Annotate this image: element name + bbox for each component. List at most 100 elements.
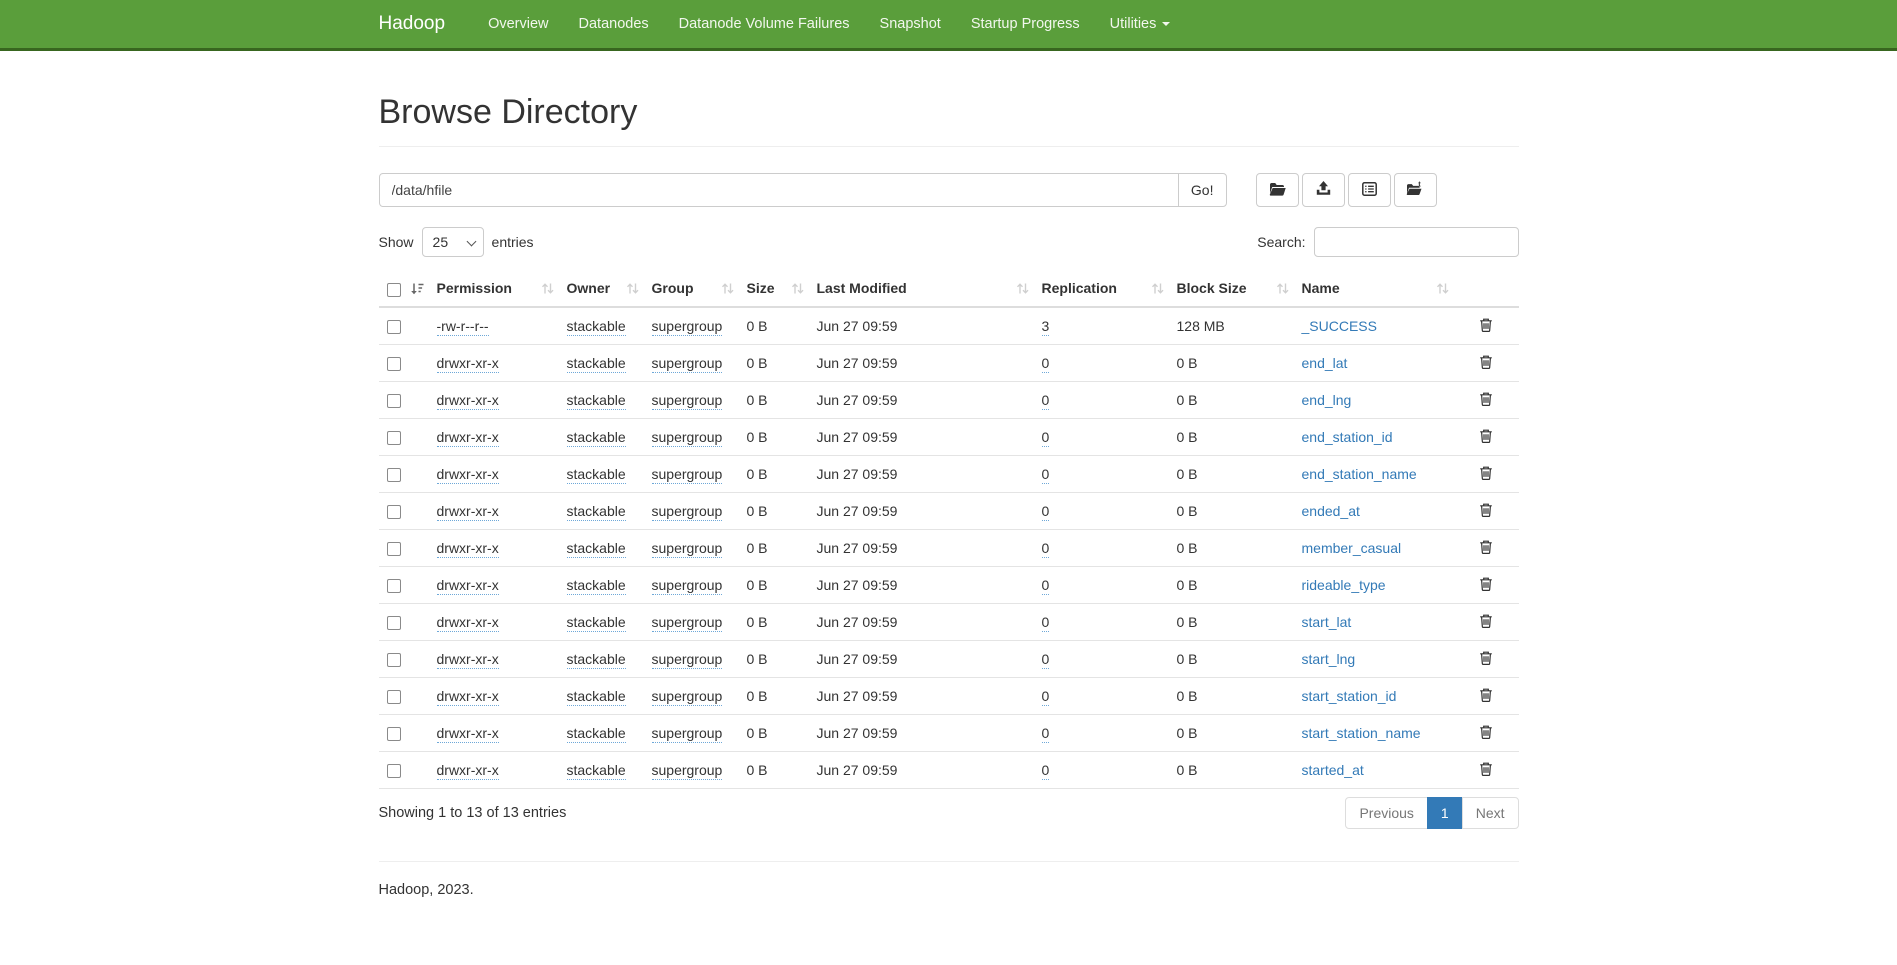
permission-value[interactable]: drwxr-xr-x <box>437 503 499 521</box>
owner-value[interactable]: stackable <box>567 466 626 484</box>
cut-paste-button[interactable] <box>1348 173 1391 207</box>
search-input[interactable] <box>1314 227 1519 257</box>
nav-item-datanodes[interactable]: Datanodes <box>564 0 664 48</box>
row-checkbox[interactable] <box>387 690 401 704</box>
delete-button[interactable] <box>1479 317 1493 335</box>
permission-value[interactable]: drwxr-xr-x <box>437 614 499 632</box>
delete-button[interactable] <box>1479 613 1493 631</box>
group-value[interactable]: supergroup <box>652 540 723 558</box>
file-name-link[interactable]: started_at <box>1302 762 1364 778</box>
file-name-link[interactable]: end_lat <box>1302 355 1348 371</box>
row-checkbox[interactable] <box>387 505 401 519</box>
delete-button[interactable] <box>1479 391 1493 409</box>
file-name-link[interactable]: start_station_id <box>1302 688 1397 704</box>
permission-value[interactable]: drwxr-xr-x <box>437 725 499 743</box>
owner-value[interactable]: stackable <box>567 355 626 373</box>
header-size[interactable]: Size <box>739 271 809 307</box>
row-checkbox[interactable] <box>387 579 401 593</box>
file-name-link[interactable]: start_lng <box>1302 651 1356 667</box>
file-name-link[interactable]: start_station_name <box>1302 725 1421 741</box>
delete-button[interactable] <box>1479 428 1493 446</box>
header-select-all[interactable] <box>379 271 429 307</box>
owner-value[interactable]: stackable <box>567 392 626 410</box>
nav-item-overview[interactable]: Overview <box>473 0 563 48</box>
delete-button[interactable] <box>1479 539 1493 557</box>
nav-item-datanode-volume-failures[interactable]: Datanode Volume Failures <box>664 0 865 48</box>
delete-button[interactable] <box>1479 687 1493 705</box>
row-checkbox[interactable] <box>387 653 401 667</box>
owner-value[interactable]: stackable <box>567 318 626 336</box>
replication-value[interactable]: 0 <box>1042 577 1050 595</box>
directory-path-input[interactable] <box>379 173 1179 207</box>
file-name-link[interactable]: rideable_type <box>1302 577 1386 593</box>
header-block-size[interactable]: Block Size <box>1169 271 1294 307</box>
delete-button[interactable] <box>1479 576 1493 594</box>
group-value[interactable]: supergroup <box>652 355 723 373</box>
replication-value[interactable]: 0 <box>1042 540 1050 558</box>
delete-button[interactable] <box>1479 761 1493 779</box>
permission-value[interactable]: drwxr-xr-x <box>437 577 499 595</box>
delete-button[interactable] <box>1479 650 1493 668</box>
file-name-link[interactable]: end_station_id <box>1302 429 1393 445</box>
file-name-link[interactable]: member_casual <box>1302 540 1402 556</box>
replication-value[interactable]: 0 <box>1042 466 1050 484</box>
page-size-select[interactable]: 25 <box>423 228 483 256</box>
delete-button[interactable] <box>1479 354 1493 372</box>
header-last-modified[interactable]: Last Modified <box>809 271 1034 307</box>
permission-value[interactable]: drwxr-xr-x <box>437 466 499 484</box>
row-checkbox[interactable] <box>387 727 401 741</box>
nav-item-startup-progress[interactable]: Startup Progress <box>956 0 1095 48</box>
file-name-link[interactable]: end_station_name <box>1302 466 1417 482</box>
replication-value[interactable]: 0 <box>1042 651 1050 669</box>
replication-value[interactable]: 0 <box>1042 688 1050 706</box>
group-value[interactable]: supergroup <box>652 688 723 706</box>
group-value[interactable]: supergroup <box>652 392 723 410</box>
row-checkbox[interactable] <box>387 764 401 778</box>
group-value[interactable]: supergroup <box>652 725 723 743</box>
upload-file-button[interactable] <box>1302 173 1345 207</box>
group-value[interactable]: supergroup <box>652 651 723 669</box>
header-permission[interactable]: Permission <box>429 271 559 307</box>
nav-item-utilities[interactable]: Utilities <box>1095 0 1186 48</box>
owner-value[interactable]: stackable <box>567 577 626 595</box>
nav-item-snapshot[interactable]: Snapshot <box>865 0 956 48</box>
permission-value[interactable]: drwxr-xr-x <box>437 688 499 706</box>
replication-value[interactable]: 0 <box>1042 762 1050 780</box>
row-checkbox[interactable] <box>387 616 401 630</box>
owner-value[interactable]: stackable <box>567 725 626 743</box>
replication-value[interactable]: 0 <box>1042 725 1050 743</box>
permission-value[interactable]: drwxr-xr-x <box>437 355 499 373</box>
row-checkbox[interactable] <box>387 357 401 371</box>
pagination-next[interactable]: Next <box>1462 797 1519 829</box>
row-checkbox[interactable] <box>387 468 401 482</box>
group-value[interactable]: supergroup <box>652 577 723 595</box>
replication-value[interactable]: 0 <box>1042 503 1050 521</box>
delete-button[interactable] <box>1479 465 1493 483</box>
permission-value[interactable]: drwxr-xr-x <box>437 392 499 410</box>
row-checkbox[interactable] <box>387 394 401 408</box>
permission-value[interactable]: drwxr-xr-x <box>437 762 499 780</box>
owner-value[interactable]: stackable <box>567 540 626 558</box>
pagination-page-1[interactable]: 1 <box>1427 797 1463 829</box>
header-name[interactable]: Name <box>1294 271 1454 307</box>
delete-button[interactable] <box>1479 502 1493 520</box>
file-name-link[interactable]: end_lng <box>1302 392 1352 408</box>
replication-value[interactable]: 0 <box>1042 355 1050 373</box>
owner-value[interactable]: stackable <box>567 762 626 780</box>
group-value[interactable]: supergroup <box>652 318 723 336</box>
row-checkbox[interactable] <box>387 542 401 556</box>
brand-hadoop[interactable]: Hadoop <box>379 13 456 35</box>
header-owner[interactable]: Owner <box>559 271 644 307</box>
create-directory-button[interactable] <box>1256 173 1299 207</box>
permission-value[interactable]: drwxr-xr-x <box>437 540 499 558</box>
permission-value[interactable]: drwxr-xr-x <box>437 429 499 447</box>
owner-value[interactable]: stackable <box>567 503 626 521</box>
header-replication[interactable]: Replication <box>1034 271 1169 307</box>
replication-value[interactable]: 0 <box>1042 392 1050 410</box>
permission-value[interactable]: -rw-r--r-- <box>437 318 489 336</box>
owner-value[interactable]: stackable <box>567 688 626 706</box>
replication-value[interactable]: 0 <box>1042 429 1050 447</box>
group-value[interactable]: supergroup <box>652 466 723 484</box>
pagination-previous[interactable]: Previous <box>1345 797 1427 829</box>
file-name-link[interactable]: _SUCCESS <box>1302 318 1377 334</box>
